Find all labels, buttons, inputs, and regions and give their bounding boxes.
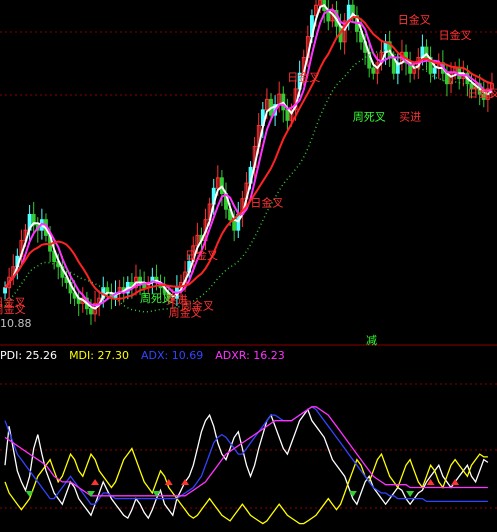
signal-label: 日金叉 [439,28,472,42]
legend-value: 10.69 [171,349,204,362]
legend-value: 25.26 [25,349,58,362]
legend-name: PDI [0,349,19,362]
sell-arrow-icon [181,479,190,485]
buy-arrow-icon [406,491,415,497]
legend-name: ADX [140,349,165,362]
ma-red-line [4,15,493,301]
signal-label: 日金叉 [250,196,283,210]
chart-canvas[interactable]: 日金叉周金叉日金叉周金叉周死叉买进周金叉日金叉日金叉周死叉买进日金叉日金叉日金叉 [0,0,497,532]
ma-dotted-line [4,49,493,313]
buy-arrow-icon [25,491,34,497]
legend-name: MDI [69,349,91,362]
candle-body [89,308,93,315]
indicator-line-adxr [4,406,488,497]
candle-body [3,287,7,294]
legend-adx: ADX: 10.69 [141,349,209,362]
sell-arrow-icon [451,479,460,485]
signal-label: 周金叉 [0,302,26,316]
ma-white-line [4,3,493,310]
signal-label: 买进 [399,110,421,123]
indicator-line-pdi [4,408,489,520]
signal-label: 日金叉 [185,248,218,262]
candle-body [232,219,237,231]
buy-arrow-icon [348,491,357,497]
signal-label: 日金叉 [287,70,320,84]
legend-separator: : [164,349,172,362]
signal-label: 日金叉 [467,86,497,100]
legend-name: ADXR [215,349,247,362]
indicator-line-adx [4,406,488,505]
signal-label: 日金叉 [398,13,431,27]
legend-value: 27.30 [97,349,129,362]
price-level-label: 10.88 [0,317,32,330]
legend-pdi: PDI: 25.26 [0,349,63,362]
candle-body [285,109,290,121]
candle-body [371,67,376,74]
signal-label: 周死叉 [353,110,386,123]
reduce-badge: 减 [366,334,377,347]
indicator-legend: PDI: 25.26 MDI: 27.30 ADX: 10.69 ADXR: 16.2… [0,349,297,363]
legend-separator: : [18,349,26,362]
legend-mdi: MDI: 27.30 [69,349,135,362]
sell-arrow-icon [91,479,100,485]
legend-value: 16.23 [253,349,285,362]
signal-label: 周金叉 [181,299,214,313]
candle-body [432,67,437,74]
stock-chart: 日金叉周金叉日金叉周金叉周死叉买进周金叉日金叉日金叉周死叉买进日金叉日金叉日金叉… [0,0,497,532]
legend-adxr: ADXR: 16.23 [215,349,291,362]
